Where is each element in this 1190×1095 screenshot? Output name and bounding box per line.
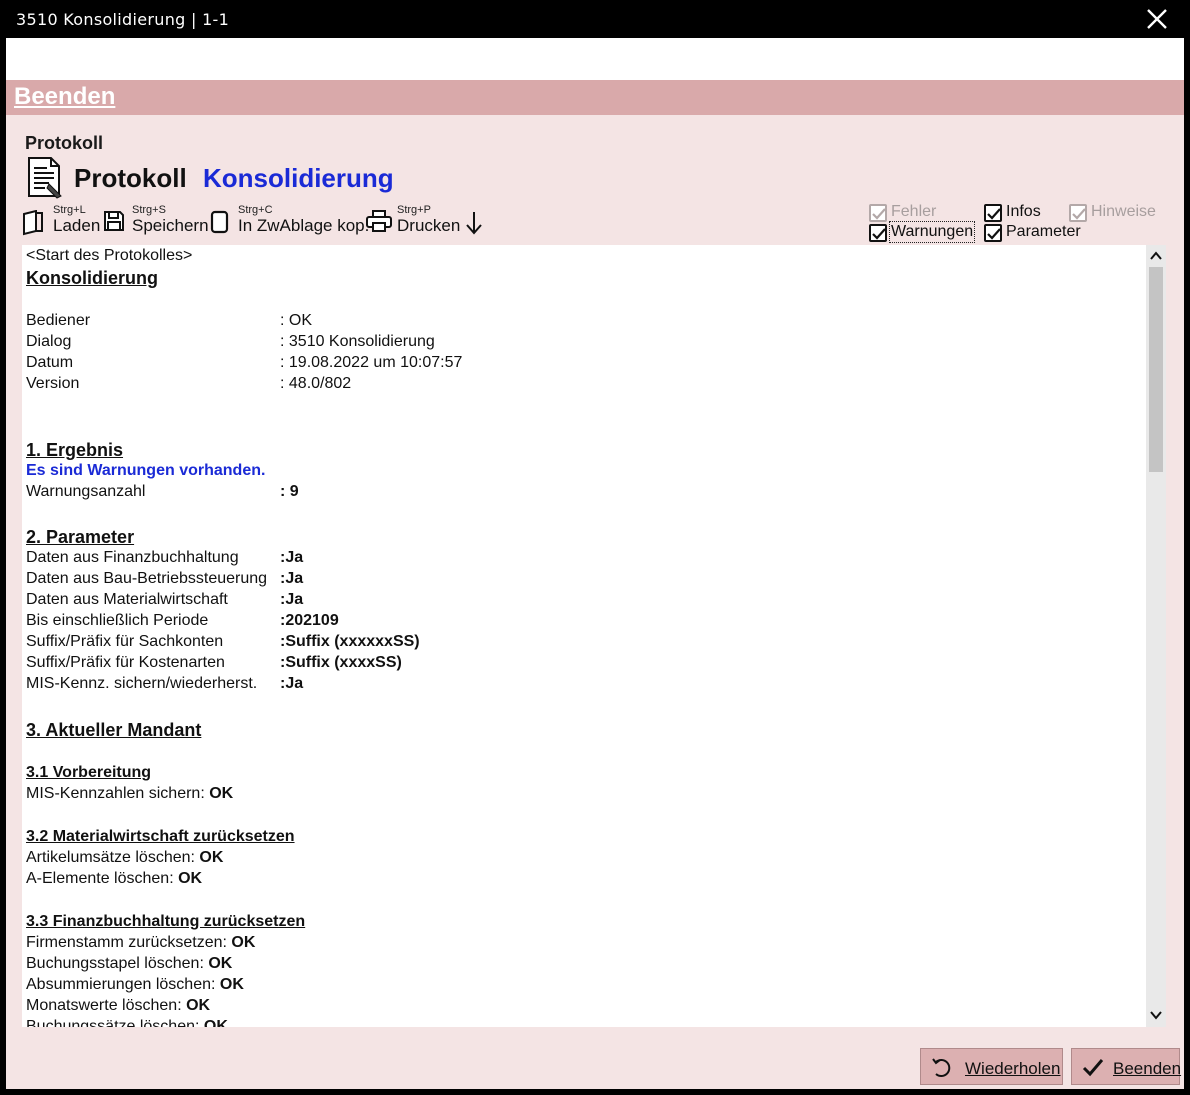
infos-label: Infos (1006, 203, 1041, 220)
scroll-up-icon[interactable] (1150, 250, 1162, 262)
laden-shortcut: Strg+L (53, 204, 86, 216)
undo-icon (932, 1058, 951, 1077)
beenden-link[interactable]: Beenden (14, 83, 115, 111)
section-label: Protokoll (25, 133, 104, 153)
protocol-log-panel[interactable]: <Start des Protokolles> Konsolidierung B… (22, 245, 1146, 1027)
drucken-label: Drucken (397, 216, 461, 235)
log-status-row: Absummierungen löschen: OK (26, 976, 244, 993)
copy-icon (210, 210, 229, 234)
log-status-row: Firmenstamm zurücksetzen: OK (26, 934, 256, 951)
hinweise-label: Hinweise (1091, 203, 1156, 220)
checkbox-box (869, 204, 887, 222)
top-band (6, 38, 1184, 80)
copy-to-clipboard-button[interactable]: Strg+C In ZwAblage kop. (210, 204, 369, 238)
drucken-shortcut: Strg+P (397, 204, 431, 216)
checkmark-icon (872, 208, 886, 220)
dialog-window: Beenden Protokoll Protokoll Konsolidieru… (6, 38, 1184, 1089)
log-status-row: Artikelumsätze löschen: OK (26, 849, 224, 866)
protocol-document-icon (28, 157, 62, 199)
log-status-row: A-Elemente löschen: OK (26, 870, 203, 887)
speichern-label: Speichern (132, 216, 209, 235)
open-file-icon (23, 210, 43, 236)
checkmark-icon (872, 228, 886, 240)
drucken-button[interactable]: Strg+P Drucken (366, 204, 461, 238)
menu-bar: Beenden (6, 80, 1184, 115)
wiederholen-label: Wiederholen (965, 1059, 1061, 1078)
checkmark-icon (987, 228, 1001, 240)
laden-button[interactable]: Strg+L Laden (22, 204, 101, 238)
wiederholen-button[interactable]: Wiederholen (920, 1048, 1063, 1085)
close-icon[interactable] (1146, 8, 1168, 30)
parameter-label: Parameter (1006, 223, 1081, 240)
speichern-shortcut: Strg+S (132, 204, 166, 216)
checkmark-icon (1072, 208, 1086, 220)
speichern-button[interactable]: Strg+S Speichern (103, 204, 209, 238)
window-title: 3510 Konsolidierung | 1-1 (16, 10, 230, 29)
title-bar: 3510 Konsolidierung | 1-1 (0, 0, 1190, 38)
arrow-down-icon[interactable] (465, 210, 483, 236)
beenden-button[interactable]: Beenden (1071, 1048, 1182, 1085)
checkmark-icon (987, 208, 1001, 220)
log-status-row: Buchungssätze löschen: OK (26, 1018, 228, 1027)
beenden-label: Beenden (1113, 1059, 1182, 1078)
page-title: Protokoll (74, 163, 187, 193)
checkbox-box (1069, 204, 1087, 222)
log-status-row: Buchungsstapel löschen: OK (26, 955, 233, 972)
checkbox-box (984, 224, 1002, 242)
printer-icon (366, 210, 392, 232)
log-status-row: MIS-Kennzahlen sichern: OK (26, 785, 234, 802)
log-status-row: Monatswerte löschen: OK (26, 997, 211, 1014)
save-icon (104, 211, 124, 231)
warnungen-label: Warnungen (888, 221, 976, 243)
laden-label: Laden (53, 216, 101, 235)
scrollbar-thumb[interactable] (1149, 267, 1163, 472)
copy-label: In ZwAblage kop. (238, 216, 370, 235)
copy-shortcut: Strg+C (238, 204, 273, 216)
fehler-label: Fehler (891, 203, 937, 220)
checkbox-box (984, 204, 1002, 222)
page-subtitle: Konsolidierung (203, 163, 394, 193)
scroll-down-icon[interactable] (1150, 1009, 1162, 1021)
checkbox-box (869, 224, 887, 242)
log-scrollbar[interactable] (1146, 245, 1166, 1027)
checkmark-icon (1082, 1059, 1104, 1077)
